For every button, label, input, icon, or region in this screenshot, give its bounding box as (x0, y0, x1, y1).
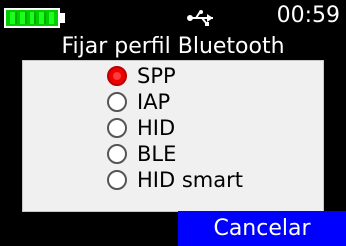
clock: 00:59 (276, 3, 340, 28)
radio-unselected-icon[interactable] (107, 118, 127, 138)
battery-tip (60, 13, 65, 23)
option-label: SPP (137, 64, 176, 88)
battery-cell (10, 12, 17, 24)
option-spp[interactable]: SPP (107, 63, 176, 89)
radio-unselected-icon[interactable] (107, 144, 127, 164)
status-bar: 00:59 (0, 0, 346, 30)
profile-options-panel: SPP IAP HID BLE HID smart (22, 60, 324, 212)
option-label: HID (137, 116, 176, 140)
option-ble[interactable]: BLE (107, 141, 176, 167)
option-label: BLE (137, 142, 177, 166)
option-label: HID smart (137, 168, 243, 192)
radio-selected-icon[interactable] (107, 66, 127, 86)
battery-cell (29, 12, 37, 24)
option-hid-smart[interactable]: HID smart (107, 167, 243, 193)
radio-unselected-icon[interactable] (107, 170, 127, 190)
radio-unselected-icon[interactable] (107, 92, 127, 112)
option-hid[interactable]: HID (107, 115, 175, 141)
dialog-title: Fijar perfil Bluetooth (61, 34, 285, 59)
battery-cell (39, 12, 47, 24)
option-label: IAP (137, 90, 171, 114)
cancel-button[interactable]: Cancelar (178, 211, 346, 246)
usb-icon (187, 10, 213, 26)
battery-icon (4, 8, 60, 28)
battery-cell (19, 12, 27, 24)
option-iap[interactable]: IAP (107, 89, 170, 115)
battery-cell (49, 12, 54, 24)
